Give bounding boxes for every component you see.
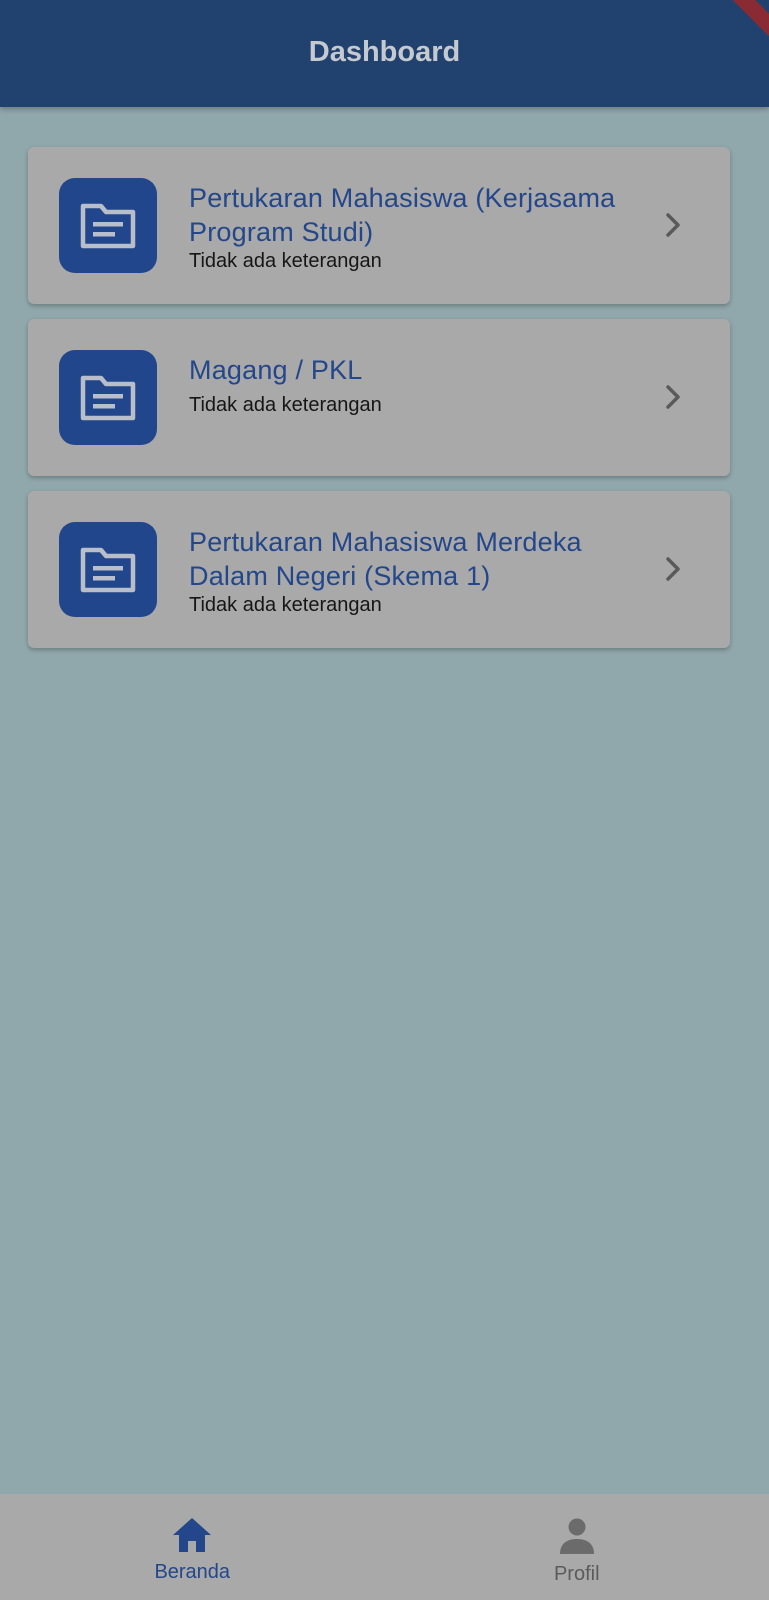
app-bar: Dashboard — [0, 0, 769, 107]
program-title: Magang / PKL — [189, 355, 363, 385]
page-title: Dashboard — [308, 35, 461, 68]
folder-document-icon — [59, 522, 157, 617]
chevron-right-icon — [658, 554, 688, 584]
nav-label: Profil — [553, 1563, 600, 1585]
program-card-magang-pkl[interactable]: Magang / PKL Tidak ada keterangan — [28, 319, 730, 476]
chevron-right-icon — [658, 210, 688, 240]
home-icon — [172, 1517, 212, 1558]
program-card-pertukaran-kerjasama[interactable]: Pertukaran Mahasiswa (Kerjasama Program … — [28, 147, 730, 304]
nav-label: Beranda — [154, 1561, 231, 1583]
folder-document-icon — [59, 350, 157, 445]
program-title: Pertukaran Mahasiswa Merdeka Dalam Neger… — [189, 527, 582, 591]
nav-item-profil[interactable]: Profil — [385, 1494, 769, 1600]
program-list: Pertukaran Mahasiswa (Kerjasama Program … — [28, 147, 730, 663]
program-title: Pertukaran Mahasiswa (Kerjasama Program … — [189, 183, 616, 247]
program-subtitle: Tidak ada keterangan — [189, 394, 382, 416]
nav-item-beranda[interactable]: Beranda — [0, 1494, 385, 1600]
person-icon — [557, 1517, 597, 1560]
folder-document-icon — [59, 178, 157, 273]
program-subtitle: Tidak ada keterangan — [189, 250, 382, 272]
program-subtitle: Tidak ada keterangan — [189, 594, 382, 616]
bottom-navigation-bar: Beranda Profil — [0, 1494, 769, 1600]
chevron-right-icon — [658, 382, 688, 412]
debug-banner — [719, 0, 769, 50]
program-card-pertukaran-merdeka[interactable]: Pertukaran Mahasiswa Merdeka Dalam Neger… — [28, 491, 730, 648]
